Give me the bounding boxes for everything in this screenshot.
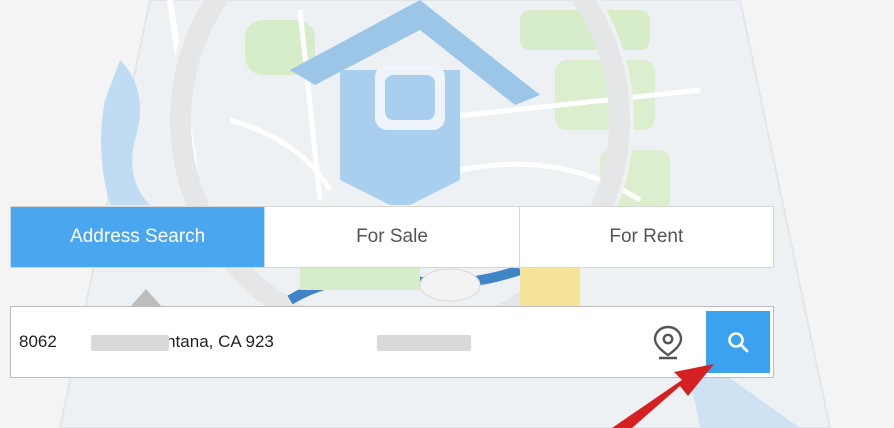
redacted-zip-code <box>377 335 471 351</box>
search-icon <box>728 332 749 353</box>
active-tab-pointer <box>130 289 162 307</box>
tab-for-rent[interactable]: For Rent <box>518 207 773 267</box>
location-pin-icon[interactable] <box>651 325 685 361</box>
tab-for-sale[interactable]: For Sale <box>264 207 518 267</box>
red-arrow-annotation <box>612 364 714 428</box>
search-mode-tabs: Address Search For Sale For Rent <box>10 206 774 268</box>
redacted-street-name <box>91 335 169 351</box>
tab-address-search[interactable]: Address Search <box>11 207 265 267</box>
